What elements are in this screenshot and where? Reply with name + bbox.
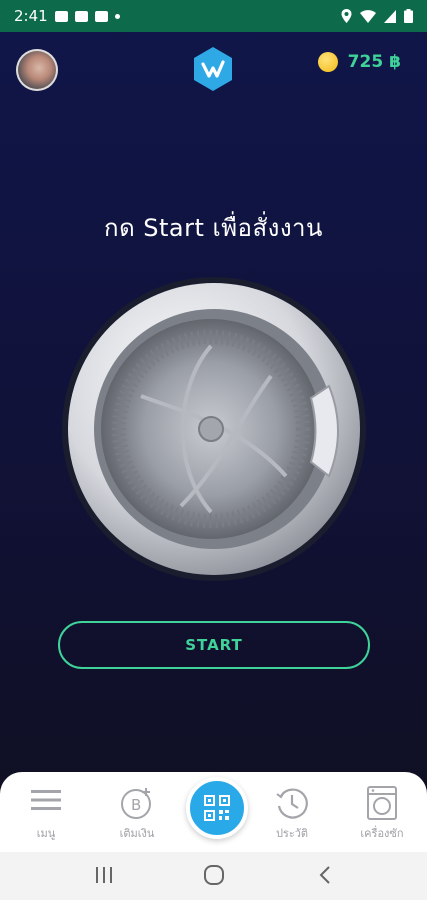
coin-balance: 725 ฿ (317, 52, 401, 72)
nav-label-menu: เมนู (36, 827, 56, 840)
signal-icon (384, 9, 396, 23)
washing-machine-door-icon (62, 277, 366, 581)
baht-plus-icon: B (121, 788, 151, 819)
nav-label-washers: เครื่องซัก (360, 827, 404, 840)
app-logo-icon (194, 47, 232, 91)
photo-notification-icon (94, 10, 108, 22)
nav-item-washers[interactable]: เครื่องซัก (342, 772, 422, 852)
qr-scan-button[interactable] (186, 777, 248, 839)
history-clock-icon (276, 788, 308, 819)
nav-item-menu[interactable]: เมนู (6, 772, 86, 852)
more-notifications-dot-icon (114, 13, 120, 19)
currency-symbol: ฿ (389, 52, 401, 72)
qr-code-icon (204, 795, 230, 821)
hamburger-menu-icon (31, 790, 61, 810)
recent-apps-icon[interactable] (94, 864, 114, 886)
coin-amount: 725 (347, 52, 384, 72)
washing-machine-icon (367, 786, 397, 820)
status-bar: 2:41 (0, 0, 427, 32)
battery-icon (404, 9, 413, 23)
system-nav-bar (0, 852, 427, 900)
nav-item-topup[interactable]: B เติมเงิน (97, 772, 177, 852)
app-header: 725 ฿ (0, 32, 427, 106)
start-button[interactable]: START (58, 621, 370, 669)
wifi-icon (360, 9, 376, 23)
back-icon[interactable] (316, 864, 334, 886)
avatar[interactable] (16, 49, 58, 91)
home-icon[interactable] (203, 864, 225, 886)
status-time: 2:41 (14, 7, 48, 25)
nav-item-history[interactable]: ประวัติ (252, 772, 332, 852)
nav-label-history: ประวัติ (275, 827, 309, 840)
svg-text:B: B (131, 796, 141, 814)
location-icon (341, 9, 352, 23)
coin-icon (317, 52, 338, 72)
mail-notification-icon (74, 10, 88, 22)
gallery-notification-icon (54, 10, 68, 22)
instruction-text: กด Start เพื่อสั่งงาน (104, 214, 323, 242)
nav-label-topup: เติมเงิน (119, 827, 155, 840)
